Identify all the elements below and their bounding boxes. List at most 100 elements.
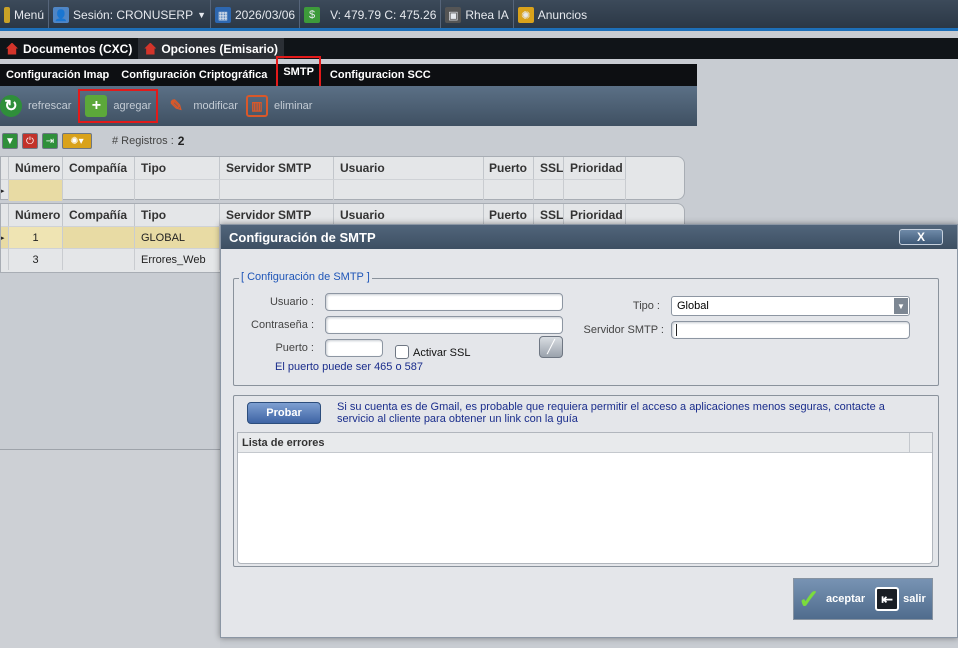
password-input[interactable] xyxy=(325,316,563,334)
exit-icon: ⇤ xyxy=(875,587,900,611)
exit-button[interactable]: ⇤ salir xyxy=(865,587,926,611)
type-select[interactable]: Global ▼ xyxy=(671,296,910,316)
port-label: Puerto : xyxy=(275,342,314,354)
accept-button[interactable]: ✓ aceptar xyxy=(794,583,865,614)
config-tabs: Configuración Imap Configuración Criptog… xyxy=(0,56,697,88)
filter-grid-header: Número Compañía Tipo Servidor SMTP Usuar… xyxy=(1,157,684,179)
records-label: # Registros : xyxy=(112,135,174,147)
col-puerto[interactable]: Puerto xyxy=(484,157,534,179)
cell-numero: 3 xyxy=(9,248,63,270)
tab-smtp[interactable]: SMTP xyxy=(276,56,321,88)
filter-servidor[interactable] xyxy=(220,179,334,201)
user-input[interactable] xyxy=(325,293,563,311)
filter-puerto[interactable] xyxy=(484,179,534,201)
tab-documentos[interactable]: Documentos (CXC) xyxy=(0,38,138,59)
power-icon[interactable]: ⏻ xyxy=(22,133,38,149)
dialog-title: Configuración de SMTP xyxy=(229,229,376,245)
fieldset-legend: [ Configuración de SMTP ] xyxy=(239,271,372,283)
plus-icon: + xyxy=(85,95,108,117)
edit-label: modificar xyxy=(193,100,238,112)
col-tipo[interactable]: Tipo xyxy=(135,204,220,226)
test-button[interactable]: Probar xyxy=(247,402,321,424)
tab-label: Documentos (CXC) xyxy=(23,41,133,56)
balance-label: V: 479.79 C: 475.26 xyxy=(330,8,437,22)
calendar-icon: ▦ xyxy=(215,7,231,23)
test-panel: Probar Si su cuenta es de Gmail, es prob… xyxy=(233,395,939,567)
col-ssl[interactable]: SSL xyxy=(534,204,564,226)
cell-tipo: Errores_Web xyxy=(135,248,220,270)
col-tipo[interactable]: Tipo xyxy=(135,157,220,179)
ads-button[interactable]: ✺ Anuncios xyxy=(514,0,591,30)
col-servidor[interactable]: Servidor SMTP xyxy=(220,204,334,226)
topbar-accent-line xyxy=(0,28,958,31)
col-numero[interactable]: Número xyxy=(9,157,63,179)
session-dropdown[interactable]: 👤 Sesión: CRONUSERP ▼ xyxy=(49,0,211,30)
add-button[interactable]: + agregar xyxy=(75,86,161,126)
col-prioridad[interactable]: Prioridad xyxy=(564,157,626,179)
close-button[interactable]: X xyxy=(899,229,943,245)
home-icon xyxy=(6,42,18,55)
col-compania[interactable]: Compañía xyxy=(63,157,135,179)
edit-button[interactable]: ✎ modificar xyxy=(161,86,242,126)
user-icon: 👤 xyxy=(53,7,70,23)
refresh-label: refrescar xyxy=(28,100,72,112)
tab-opciones[interactable]: Opciones (Emisario) xyxy=(138,38,285,59)
col-usuario[interactable]: Usuario xyxy=(334,157,484,179)
toolbar: ↻ refrescar + agregar ✎ modificar ▥ elim… xyxy=(0,86,697,126)
password-label: Contraseña : xyxy=(251,319,314,331)
tab-criptografica[interactable]: Configuración Criptográfica xyxy=(115,64,273,86)
tab-scc[interactable]: Configuracion SCC xyxy=(324,64,437,86)
server-input[interactable] xyxy=(671,321,910,339)
ssl-label[interactable]: Activar SSL xyxy=(413,347,470,359)
date-display[interactable]: ▦ 2026/03/06 xyxy=(211,0,301,30)
col-numero[interactable]: Número xyxy=(9,204,63,226)
data-grid-header: Número Compañía Tipo Servidor SMTP Usuar… xyxy=(1,204,684,226)
tab-imap[interactable]: Configuración Imap xyxy=(0,64,115,86)
col-prioridad[interactable]: Prioridad xyxy=(564,204,626,226)
filter-ssl[interactable] xyxy=(534,179,564,201)
port-hint: El puerto puede ser 465 o 587 xyxy=(275,361,424,373)
pencil-icon: ✎ xyxy=(169,98,184,115)
delete-button[interactable]: ▥ eliminar xyxy=(242,86,317,126)
check-icon: ✓ xyxy=(798,583,820,614)
settings-dropdown-icon[interactable]: ✺▾ xyxy=(62,133,92,149)
col-puerto[interactable]: Puerto xyxy=(484,204,534,226)
balance-display[interactable]: $ V: 479.79 C: 475.26 xyxy=(300,0,442,30)
cell-tipo: GLOBAL xyxy=(135,226,220,248)
filter-tipo[interactable] xyxy=(135,179,220,201)
records-bar: ▼ ⏻ ⇥ ✺▾ # Registros : 2 xyxy=(0,130,697,152)
filter-numero[interactable] xyxy=(9,179,63,201)
user-label: Usuario : xyxy=(269,296,314,308)
col-servidor[interactable]: Servidor SMTP xyxy=(220,157,334,179)
terminal-icon: ▣ xyxy=(445,7,462,23)
session-label: Sesión: CRONUSERP xyxy=(73,8,194,22)
refresh-icon: ↻ xyxy=(0,95,22,117)
refresh-button[interactable]: ↻ refrescar xyxy=(0,86,75,126)
cell-numero: 1 xyxy=(9,226,63,248)
filter-compania[interactable] xyxy=(63,179,135,201)
filter-icon[interactable]: ▼ xyxy=(2,133,18,149)
row-indicator: ▸ xyxy=(1,179,9,201)
error-list-header: Lista de errores xyxy=(238,433,932,453)
menu-label: Menú xyxy=(14,8,45,22)
row-indicator xyxy=(1,248,9,270)
clear-button[interactable]: ╱ xyxy=(539,336,563,358)
col-compania[interactable]: Compañía xyxy=(63,204,135,226)
date-label: 2026/03/06 xyxy=(235,8,296,22)
col-usuario[interactable]: Usuario xyxy=(334,204,484,226)
gmail-hint: Si su cuenta es de Gmail, es probable qu… xyxy=(337,401,885,425)
dialog-titlebar: Configuración de SMTP X xyxy=(221,225,957,249)
ai-button[interactable]: ▣ Rhea IA xyxy=(441,0,514,30)
tab-label: Opciones (Emisario) xyxy=(161,41,279,56)
port-input[interactable] xyxy=(325,339,383,357)
background-panel xyxy=(0,449,220,648)
filter-grid: Número Compañía Tipo Servidor SMTP Usuar… xyxy=(0,156,685,201)
ssl-checkbox[interactable] xyxy=(395,345,409,359)
menu-button[interactable]: Menú xyxy=(0,0,50,30)
filter-prioridad[interactable] xyxy=(564,179,626,201)
col-ssl[interactable]: SSL xyxy=(534,157,564,179)
type-label: Tipo : xyxy=(632,300,660,312)
export-icon[interactable]: ⇥ xyxy=(42,133,58,149)
filter-usuario[interactable] xyxy=(334,179,484,201)
delete-label: eliminar xyxy=(273,100,313,112)
